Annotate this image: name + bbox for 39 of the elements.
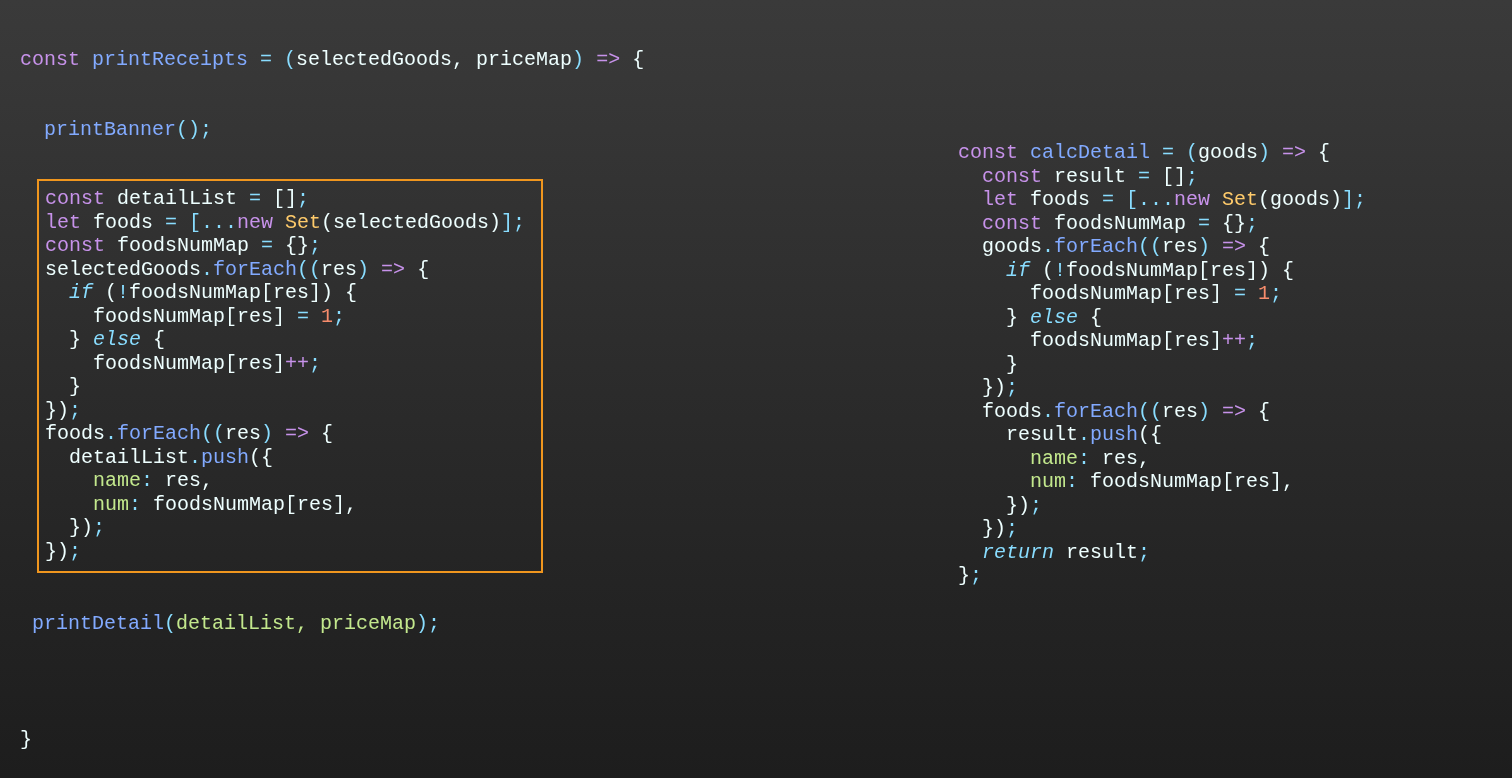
code-line: } [68, 375, 81, 399]
code-line: selectedGoods.forEach((res) => { [45, 257, 430, 281]
code-line: return result; [981, 540, 1151, 564]
code-line: let foods = [...new Set(selectedGoods)]; [45, 210, 526, 234]
code-line: }); [45, 539, 82, 563]
code-line: const result = []; [981, 164, 1199, 188]
code-line: foods.forEach((res) => { [981, 399, 1271, 423]
code-line: num: foodsNumMap[res], [92, 492, 358, 516]
code-line: } [1005, 352, 1018, 376]
code-line: }); [45, 398, 82, 422]
code-line: }); [981, 376, 1019, 400]
code-line: }); [68, 516, 106, 540]
code-line: let foods = [...new Set(goods)]; [981, 188, 1367, 212]
code-line: const foodsNumMap = {}; [981, 211, 1259, 235]
code-line: foods.forEach((res) => { [45, 422, 334, 446]
code-line: num: foodsNumMap[res], [1029, 470, 1295, 494]
code-line: name: res, [92, 469, 214, 493]
code-line: const foodsNumMap = {}; [45, 234, 322, 258]
code-line: } [20, 727, 32, 751]
code-line: if (!foodsNumMap[res]) { [1005, 258, 1295, 282]
code-line: const printReceipts = (selectedGoods, priceMap) => { [20, 48, 645, 72]
code-line: foodsNumMap[res] = 1; [92, 304, 346, 328]
code-line: result.push({ [1005, 423, 1163, 447]
code-line: name: res, [1029, 446, 1151, 470]
code-line: } else { [1005, 305, 1103, 329]
code-line: printBanner(); [43, 117, 213, 141]
code-line: }); [1005, 493, 1043, 517]
code-line: foodsNumMap[res]++; [92, 351, 322, 375]
code-line: }); [981, 517, 1019, 541]
code-line: goods.forEach((res) => { [981, 235, 1271, 259]
code-line: }; [958, 564, 983, 588]
code-line: const detailList = []; [45, 187, 310, 211]
code-line: if (!foodsNumMap[res]) { [68, 281, 358, 305]
code-line: const calcDetail = (goods) => { [958, 141, 1331, 165]
code-line: detailList.push({ [68, 445, 274, 469]
code-line: } else { [68, 328, 166, 352]
code-line: foodsNumMap[res] = 1; [1029, 282, 1283, 306]
code-line: foodsNumMap[res]++; [1029, 329, 1259, 353]
code-line: printDetail(detailList, priceMap); [31, 612, 441, 636]
